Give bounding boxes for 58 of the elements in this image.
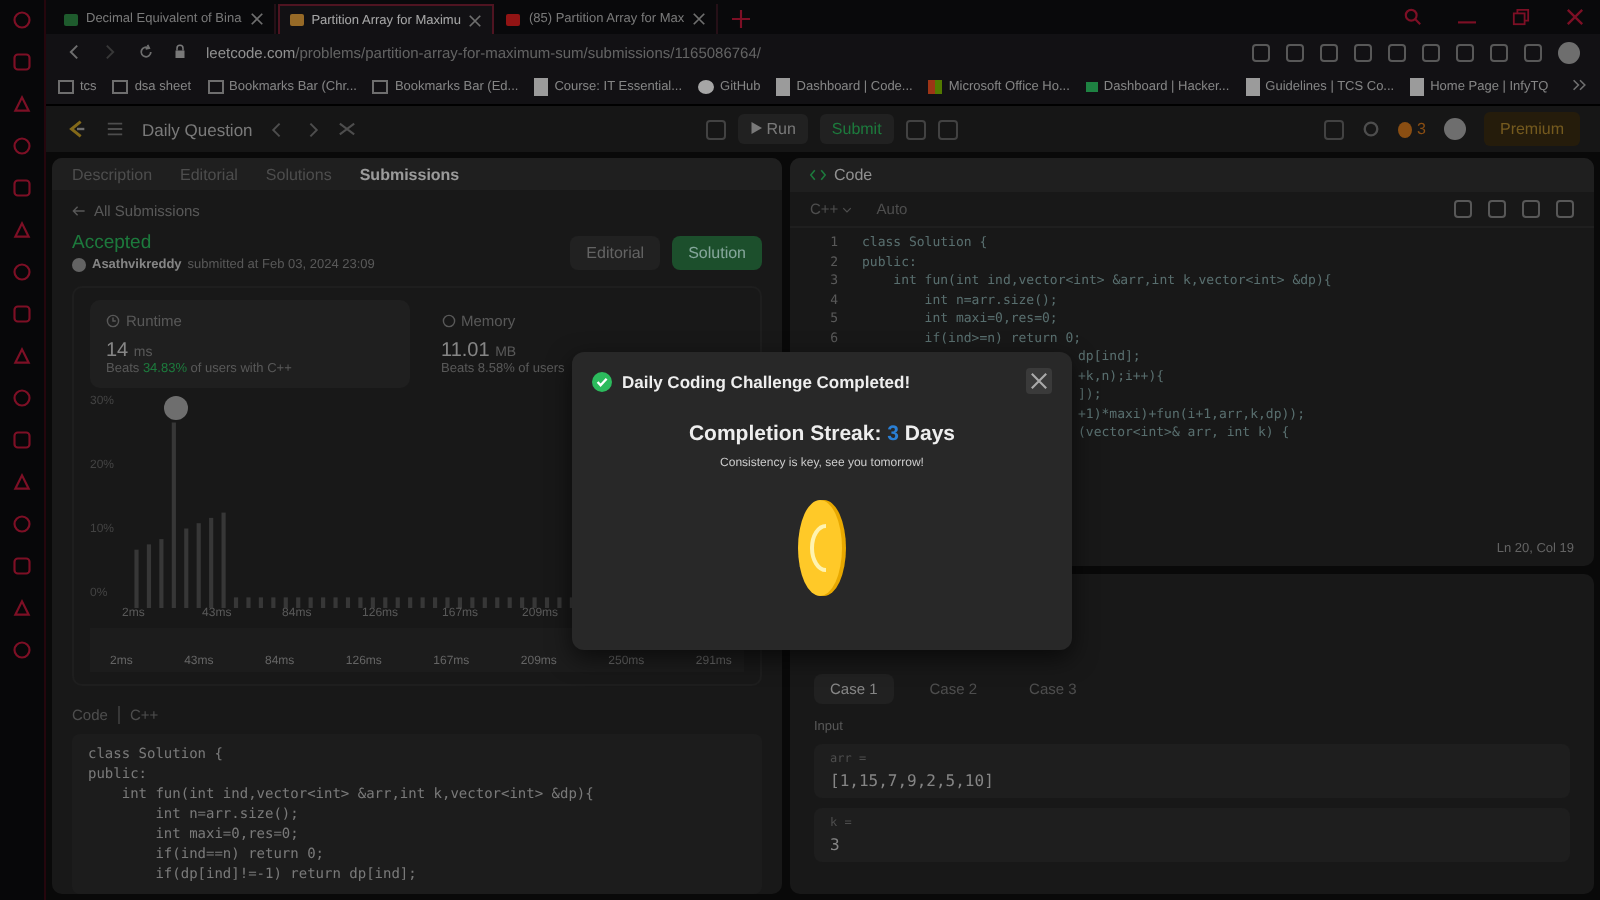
favicon-icon — [64, 13, 78, 25]
sidebar-app-icon[interactable] — [12, 136, 32, 156]
search-icon[interactable] — [1404, 8, 1422, 26]
submit-button[interactable]: Submit — [819, 114, 894, 144]
close-icon[interactable] — [249, 12, 264, 26]
code-icon — [810, 168, 826, 182]
sidebar-app-icon[interactable] — [12, 52, 32, 72]
avatar-icon[interactable] — [1558, 41, 1580, 63]
panel-tab[interactable]: Submissions — [359, 165, 460, 183]
next-icon[interactable] — [304, 121, 321, 137]
sidebar-app-icon[interactable] — [12, 262, 32, 282]
sidebar-app-icon[interactable] — [12, 220, 32, 240]
run-button[interactable]: Run — [738, 114, 808, 144]
premium-button[interactable]: Premium — [1483, 112, 1580, 146]
reload-icon[interactable] — [138, 44, 154, 60]
avatar-icon[interactable] — [1443, 118, 1466, 140]
check-icon — [592, 371, 612, 391]
caret-icon — [842, 206, 853, 214]
sidebar-app-icon[interactable] — [12, 346, 32, 366]
editorial-button[interactable]: Editorial — [570, 235, 661, 269]
close-icon[interactable] — [468, 13, 483, 27]
new-tab-icon[interactable] — [732, 10, 751, 28]
sidebar-app-icon[interactable] — [12, 556, 32, 576]
avatar-icon — [164, 396, 189, 420]
sidebar-app-icon[interactable] — [12, 430, 32, 450]
sidebar-app-icon[interactable] — [12, 640, 32, 660]
sidebar-app-icon[interactable] — [12, 304, 32, 324]
streak-count[interactable]: 3 — [1417, 120, 1426, 138]
more-bookmarks-icon[interactable] — [1572, 78, 1588, 96]
streak-text: Completion Streak: 3 Days — [688, 422, 956, 446]
restore-icon[interactable] — [1512, 8, 1530, 26]
sidebar-app-icon[interactable] — [12, 514, 32, 534]
back-arrow-icon[interactable] — [72, 203, 86, 217]
sidebar-app-icon[interactable] — [12, 388, 32, 408]
sidebar-app-icon[interactable] — [12, 94, 32, 114]
sidebar-app-icon[interactable] — [12, 598, 32, 618]
clock-icon — [106, 314, 120, 328]
sidebar-app-icon[interactable] — [12, 178, 32, 198]
logo-icon[interactable] — [66, 118, 88, 140]
play-icon — [750, 122, 762, 134]
close-icon[interactable] — [692, 12, 707, 26]
solution-button[interactable]: Solution — [672, 235, 762, 269]
sidebar-app-icon[interactable] — [12, 10, 32, 30]
coin-icon — [796, 498, 848, 598]
forward-icon[interactable] — [102, 44, 118, 60]
favicon-icon — [289, 14, 304, 26]
lock-icon — [174, 44, 186, 60]
daily-question-title[interactable]: Daily Question — [142, 119, 253, 139]
sidebar-app-icon[interactable] — [12, 472, 32, 492]
close-button[interactable] — [1026, 368, 1052, 394]
favicon-icon — [506, 13, 521, 25]
accepted-status: Accepted — [72, 232, 154, 254]
close-icon[interactable] — [1566, 8, 1584, 26]
panel-title: Code — [834, 166, 873, 184]
list-icon[interactable] — [106, 120, 124, 138]
dialog-title: Daily Coding Challenge Completed! — [622, 371, 911, 391]
back-icon[interactable] — [66, 44, 82, 60]
avatar-icon — [72, 258, 86, 272]
